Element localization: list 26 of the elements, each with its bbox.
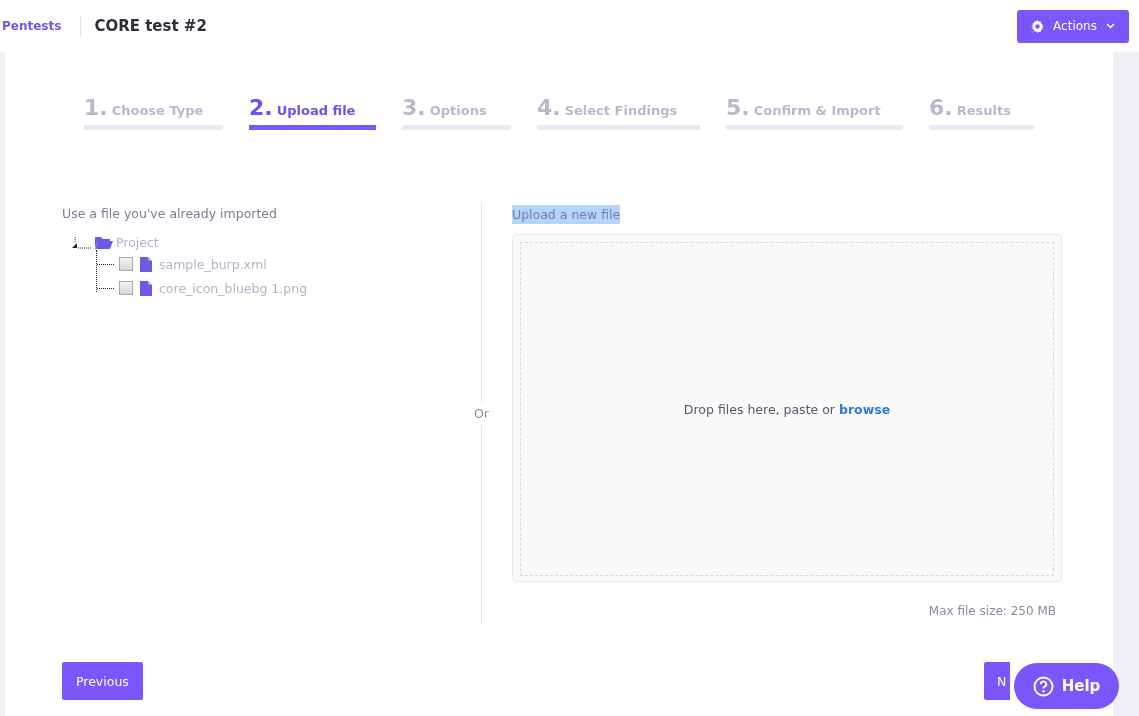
section-heading: Upload a new file xyxy=(512,205,621,224)
folder-icon xyxy=(95,236,113,249)
file-icon xyxy=(140,256,152,272)
next-button[interactable]: N xyxy=(984,662,1010,700)
file-label[interactable]: core_icon_bluebg 1.png xyxy=(159,280,308,296)
chevron-down-icon xyxy=(1105,23,1115,29)
file-icon xyxy=(140,280,152,296)
file-label[interactable]: sample_burp.xml xyxy=(159,256,267,272)
folder-label[interactable]: Project xyxy=(116,235,159,250)
drop-zone[interactable]: Drop files here, paste or browse xyxy=(512,234,1062,582)
page-title: CORE test #2 xyxy=(94,17,207,35)
help-button[interactable]: Help xyxy=(1014,663,1119,709)
previous-button[interactable]: Previous xyxy=(62,662,143,700)
gear-icon xyxy=(1031,19,1045,33)
max-size-note: Max file size: 250 MB xyxy=(928,604,1056,618)
breadcrumb-link[interactable]: Pentests xyxy=(0,19,62,33)
checkbox[interactable] xyxy=(119,281,133,295)
actions-button[interactable]: Actions xyxy=(1017,9,1129,43)
step-tab[interactable]: 2. Upload file xyxy=(249,88,376,130)
question-icon xyxy=(1032,675,1054,697)
drop-instructions: Drop files here, paste or browse xyxy=(683,401,891,417)
browse-link[interactable]: browse xyxy=(838,401,891,417)
or-label: Or xyxy=(474,401,489,425)
checkbox[interactable] xyxy=(119,257,133,271)
section-heading: Use a file you've already imported xyxy=(62,206,278,221)
expander-icon[interactable] xyxy=(70,235,92,250)
